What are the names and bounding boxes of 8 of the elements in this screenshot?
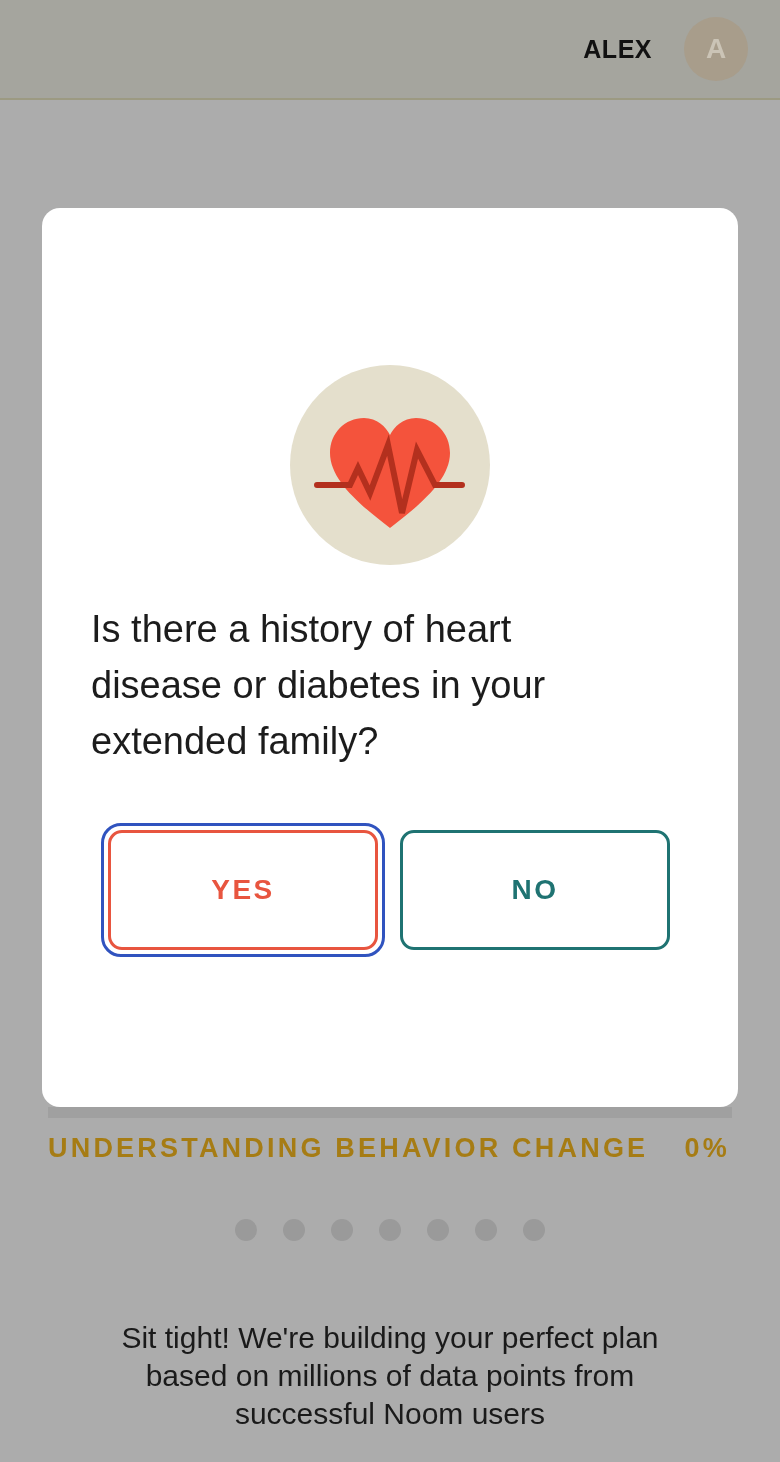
progress-percent: 0% (684, 1132, 730, 1165)
status-message: Sit tight! We're building your perfect plan based on millions of data points from successful Noom users (120, 1320, 660, 1432)
progress-label: UNDERSTANDING BEHAVIOR CHANGE (48, 1132, 649, 1165)
answer-button[interactable]: YES (101, 823, 385, 957)
question-text: Is there a history of heart disease or diabetes in your extended family? (91, 607, 547, 764)
heart-pulse-icon (290, 365, 490, 565)
user-name: ALEX (583, 34, 652, 64)
answer-button[interactable]: NO (400, 830, 670, 950)
